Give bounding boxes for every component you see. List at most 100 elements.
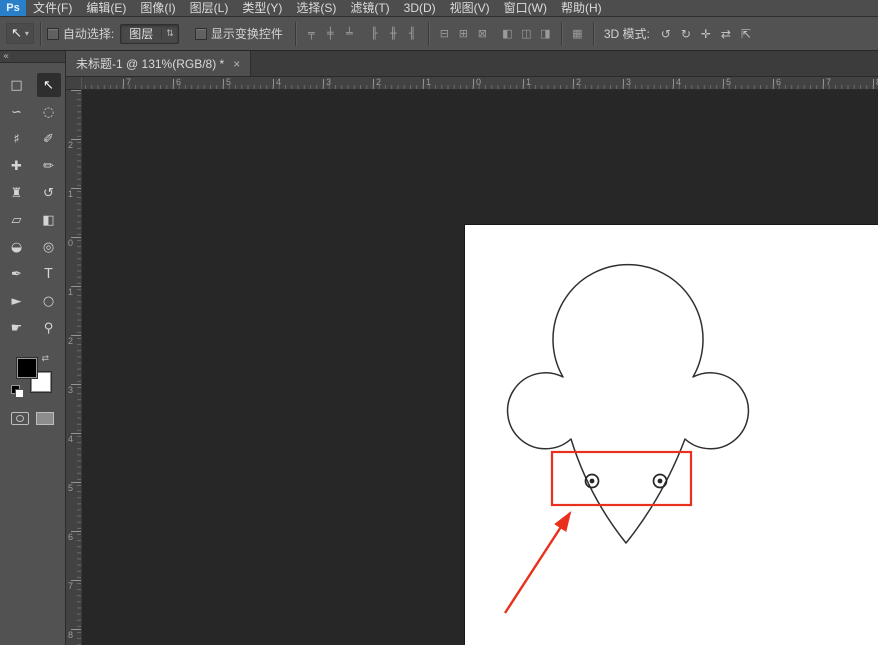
clone-stamp-tool[interactable]: ♜ [5, 181, 29, 205]
canvas-surround [82, 90, 878, 645]
ruler-label: 7 [126, 77, 131, 87]
updown-caret-icon: ⇅ [161, 29, 174, 39]
horizontal-ruler[interactable]: 7 6 5 4 3 2 1 0 1 2 3 4 5 6 7 8 [82, 77, 878, 90]
ruler-label: 1 [68, 190, 73, 199]
auto-select-target-value: 图层 [129, 25, 153, 42]
ruler-label: 6 [776, 77, 781, 87]
zoom-tool[interactable]: ⚲ [37, 316, 61, 340]
screen-mode-button[interactable] [36, 412, 54, 425]
ruler-label: 4 [68, 435, 73, 444]
distribute-right-edges-button[interactable]: ◨ [536, 24, 555, 44]
quick-selection-tool[interactable]: ◌ [37, 100, 61, 124]
distribute-vertical-centers-button[interactable]: ⊞ [454, 24, 473, 44]
annotation-arrow [505, 513, 570, 613]
eyedropper-tool[interactable]: ✐ [37, 127, 61, 151]
spot-healing-brush-tool[interactable]: ✚ [5, 154, 29, 178]
history-brush-tool[interactable]: ↺ [37, 181, 61, 205]
ruler-label: 3 [626, 77, 631, 87]
auto-align-layers-button[interactable]: ▦ [568, 24, 587, 44]
menu-item-3d[interactable]: 3D(D) [397, 0, 443, 16]
ruler-label: 7 [68, 582, 73, 591]
eraser-tool[interactable]: ▱ [5, 208, 29, 232]
document-tab-label: 未标题-1 @ 131%(RGB/8) * [76, 55, 224, 72]
menu-item-edit[interactable]: 编辑(E) [79, 0, 133, 16]
crop-icon: ♯ [13, 132, 19, 147]
menu-item-help[interactable]: 帮助(H) [554, 0, 609, 16]
document-canvas[interactable] [465, 225, 878, 645]
photoshop-window: Ps 文件(F) 编辑(E) 图像(I) 图层(L) 类型(Y) 选择(S) 滤… [0, 0, 878, 645]
marquee-icon: □ [10, 78, 22, 93]
vertical-ruler[interactable]: 2 1 0 1 2 3 4 5 6 7 8 [66, 90, 82, 645]
menu-item-file[interactable]: 文件(F) [26, 0, 79, 16]
ruler-label: 1 [68, 288, 73, 297]
ellipse-tool[interactable]: ○ [37, 289, 61, 313]
menu-item-select[interactable]: 选择(S) [289, 0, 343, 16]
distribute-horizontal-centers-button[interactable]: ◫ [517, 24, 536, 44]
quick-mask-mode-button[interactable] [11, 412, 29, 425]
history-brush-icon: ↺ [43, 186, 54, 201]
align-bottom-edges-button[interactable]: ╧ [340, 24, 359, 44]
default-colors-icon[interactable] [11, 385, 23, 397]
separator [593, 22, 594, 46]
face-outline [508, 265, 749, 543]
brush-tool[interactable]: ✏ [37, 154, 61, 178]
separator [428, 22, 429, 46]
toolbar: « □ ↖ ∽ ◌ ♯ ✐ ✚ ✏ ♜ ↺ ▱ ◧ ◒ ◎ ✒ T ► ○ [0, 51, 66, 645]
toolbar-grip[interactable]: « [0, 51, 65, 63]
ruler-corner[interactable] [66, 77, 82, 90]
ruler-label: 6 [176, 77, 181, 87]
ruler-label: 2 [68, 337, 73, 346]
3d-roll-button[interactable]: ↻ [676, 24, 696, 44]
crop-tool[interactable]: ♯ [5, 127, 29, 151]
distribute-bottom-edges-button[interactable]: ⊠ [473, 24, 492, 44]
gradient-tool[interactable]: ◧ [37, 208, 61, 232]
separator [561, 22, 562, 46]
ruler-label: 2 [68, 141, 73, 150]
auto-select-target-dropdown[interactable]: 图层 ⇅ [120, 24, 179, 44]
align-left-edges-button[interactable]: ╟ [365, 24, 384, 44]
tool-preset-picker[interactable]: ↖ ▾ [6, 23, 34, 44]
distribute-top-edges-button[interactable]: ⊟ [435, 24, 454, 44]
auto-select-checkbox[interactable] [47, 28, 59, 40]
ruler-label: 3 [326, 77, 331, 87]
foreground-color-swatch[interactable] [17, 358, 37, 378]
menu-item-layer[interactable]: 图层(L) [183, 0, 236, 16]
ruler-label: 7 [826, 77, 831, 87]
menu-item-image[interactable]: 图像(I) [133, 0, 182, 16]
dodge-tool[interactable]: ◎ [37, 235, 61, 259]
close-tab-icon[interactable]: × [233, 57, 240, 71]
menu-item-view[interactable]: 视图(V) [443, 0, 497, 16]
swap-colors-icon[interactable]: ⇄ [42, 354, 50, 364]
menu-item-type[interactable]: 类型(Y) [235, 0, 289, 16]
rectangular-marquee-tool[interactable]: □ [5, 73, 29, 97]
3d-scale-button[interactable]: ⇱ [736, 24, 756, 44]
document-tab[interactable]: 未标题-1 @ 131%(RGB/8) * × [66, 51, 251, 76]
menu-item-filter[interactable]: 滤镜(T) [343, 0, 396, 16]
blur-tool[interactable]: ◒ [5, 235, 29, 259]
options-bar: ↖ ▾ 自动选择: 图层 ⇅ 显示变换控件 ╤ ╪ ╧ ╟ ╫ ╢ ⊟ ⊞ ⊠ … [0, 17, 878, 51]
3d-pan-button[interactable]: ✛ [696, 24, 716, 44]
align-horizontal-centers-button[interactable]: ╫ [384, 24, 403, 44]
3d-slide-button[interactable]: ⇄ [716, 24, 736, 44]
ruler-label: 0 [68, 239, 73, 248]
path-selection-tool[interactable]: ► [5, 289, 29, 313]
show-transform-label: 显示变换控件 [211, 25, 283, 42]
align-vertical-centers-button[interactable]: ╪ [321, 24, 340, 44]
dropdown-caret-icon: ▾ [25, 29, 29, 38]
show-transform-checkbox[interactable] [195, 28, 207, 40]
type-tool[interactable]: T [37, 262, 61, 286]
distribute-left-edges-button[interactable]: ◧ [498, 24, 517, 44]
3d-rotate-button[interactable]: ↺ [656, 24, 676, 44]
separator [40, 22, 41, 46]
left-eye-pupil [590, 479, 595, 484]
align-right-edges-button[interactable]: ╢ [403, 24, 422, 44]
menu-item-window[interactable]: 窗口(W) [497, 0, 554, 16]
pen-tool[interactable]: ✒ [5, 262, 29, 286]
lasso-tool[interactable]: ∽ [5, 100, 29, 124]
move-tool[interactable]: ↖ [37, 73, 61, 97]
tool-list: □ ↖ ∽ ◌ ♯ ✐ ✚ ✏ ♜ ↺ ▱ ◧ ◒ ◎ ✒ T ► ○ ☛ ⚲ [0, 73, 65, 340]
move-icon: ↖ [43, 78, 54, 93]
align-top-edges-button[interactable]: ╤ [302, 24, 321, 44]
hand-tool[interactable]: ☛ [5, 316, 29, 340]
right-eye-pupil [658, 479, 663, 484]
